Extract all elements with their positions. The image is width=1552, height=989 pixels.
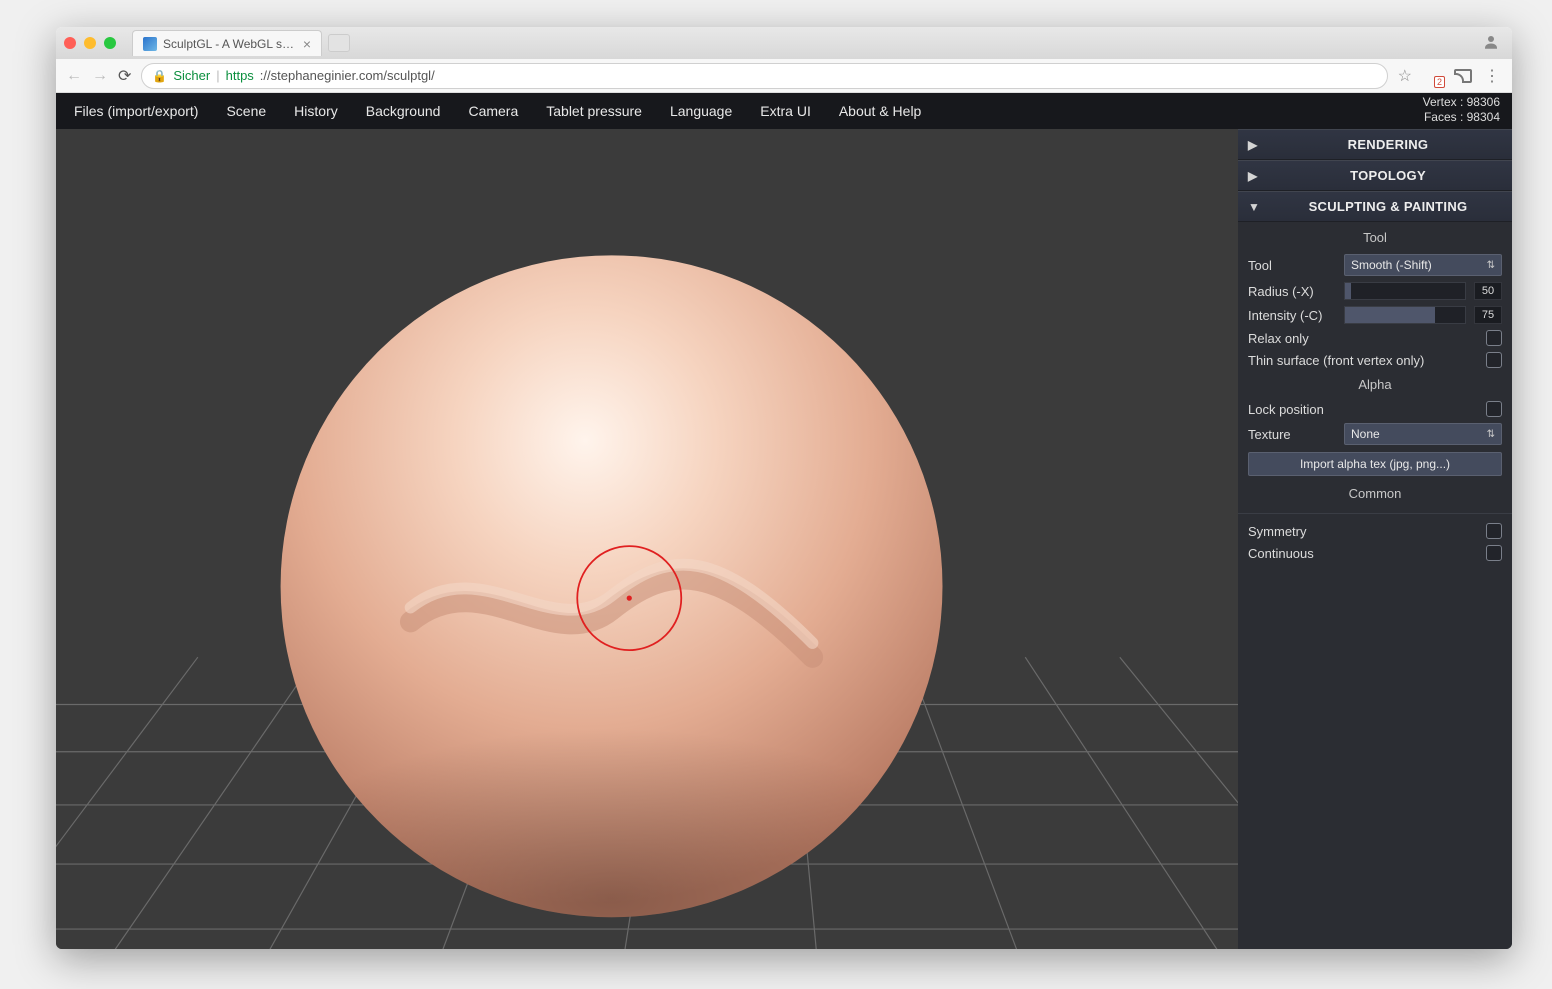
- nav-forward-icon[interactable]: →: [92, 67, 108, 85]
- texture-select-value: None: [1351, 427, 1380, 441]
- section-topology[interactable]: ▶ TOPOLOGY: [1238, 160, 1512, 191]
- chevron-right-icon: ▶: [1248, 169, 1262, 183]
- browser-menu-icon[interactable]: ⋮: [1484, 66, 1502, 86]
- row-tool: Tool Smooth (-Shift) ⇅: [1238, 251, 1512, 279]
- extension-icon[interactable]: 2: [1424, 67, 1442, 85]
- intensity-value[interactable]: 75: [1474, 306, 1502, 324]
- row-lock-position: Lock position: [1238, 398, 1512, 420]
- radius-value[interactable]: 50: [1474, 282, 1502, 300]
- url-scheme: https: [226, 68, 254, 83]
- lock-position-label: Lock position: [1248, 402, 1478, 417]
- window-controls: [64, 37, 116, 49]
- sub-tool-header: Tool: [1238, 224, 1512, 251]
- sub-common-header: Common: [1238, 480, 1512, 507]
- extension-badge: 2: [1434, 76, 1445, 88]
- texture-label: Texture: [1248, 427, 1336, 442]
- menu-language[interactable]: Language: [670, 103, 732, 119]
- radius-label: Radius (-X): [1248, 284, 1336, 299]
- separator: [1238, 513, 1512, 514]
- menu-tablet-pressure[interactable]: Tablet pressure: [546, 103, 642, 119]
- address-bar-right: ☆ 2 ⋮: [1398, 66, 1502, 86]
- bookmark-star-icon[interactable]: ☆: [1398, 66, 1412, 86]
- browser-address-bar: ← → ⟳ 🔒 Sicher | https ://stephaneginier.…: [56, 59, 1512, 93]
- browser-tab-strip: SculptGL - A WebGL sculpting ×: [56, 27, 1512, 59]
- favicon-icon: [143, 37, 157, 51]
- row-radius: Radius (-X) 50: [1238, 279, 1512, 303]
- url-path: ://stephaneginier.com/sculptgl/: [260, 68, 435, 83]
- section-rendering-title: RENDERING: [1274, 137, 1502, 152]
- chevron-down-icon: ▼: [1248, 200, 1262, 214]
- menu-scene[interactable]: Scene: [226, 103, 266, 119]
- intensity-slider[interactable]: [1344, 306, 1466, 324]
- app-menubar: Files (import/export) Scene History Back…: [56, 93, 1512, 129]
- mesh-stats: Vertex : 98306 Faces : 98304: [1423, 95, 1500, 125]
- browser-window: SculptGL - A WebGL sculpting × ← → ⟳ 🔒 S…: [56, 27, 1512, 949]
- viewport-canvas: [56, 129, 1238, 949]
- chevron-updown-icon: ⇅: [1487, 429, 1495, 440]
- section-rendering[interactable]: ▶ RENDERING: [1238, 129, 1512, 160]
- vertex-count: Vertex : 98306: [1423, 95, 1500, 110]
- tool-select[interactable]: Smooth (-Shift) ⇅: [1344, 254, 1502, 276]
- chevron-updown-icon: ⇅: [1487, 260, 1495, 271]
- menu-history[interactable]: History: [294, 103, 338, 119]
- import-alpha-label: Import alpha tex (jpg, png...): [1300, 457, 1450, 471]
- workspace: ▶ RENDERING ▶ TOPOLOGY ▼ SCULPTING & PAI…: [56, 129, 1512, 949]
- continuous-checkbox[interactable]: [1486, 545, 1502, 561]
- row-symmetry: Symmetry: [1238, 520, 1512, 542]
- thin-surface-checkbox[interactable]: [1486, 352, 1502, 368]
- new-tab-button[interactable]: [328, 34, 350, 52]
- texture-select[interactable]: None ⇅: [1344, 423, 1502, 445]
- secure-divider: |: [216, 68, 219, 83]
- section-sculpting-body: Tool Tool Smooth (-Shift) ⇅ Radius (-X) …: [1238, 222, 1512, 572]
- lock-icon: 🔒: [152, 69, 167, 83]
- row-texture: Texture None ⇅: [1238, 420, 1512, 448]
- nav-reload-icon[interactable]: ⟳: [118, 66, 131, 86]
- section-sculpting[interactable]: ▼ SCULPTING & PAINTING: [1238, 191, 1512, 222]
- lock-position-checkbox[interactable]: [1486, 401, 1502, 417]
- tool-label: Tool: [1248, 258, 1336, 273]
- symmetry-label: Symmetry: [1248, 524, 1478, 539]
- window-maximize-icon[interactable]: [104, 37, 116, 49]
- section-sculpting-title: SCULPTING & PAINTING: [1274, 199, 1502, 214]
- menu-background[interactable]: Background: [366, 103, 441, 119]
- url-input[interactable]: 🔒 Sicher | https ://stephaneginier.com/sc…: [141, 63, 1387, 89]
- cast-icon[interactable]: [1454, 69, 1472, 83]
- row-intensity: Intensity (-C) 75: [1238, 303, 1512, 327]
- nav-back-icon[interactable]: ←: [66, 67, 82, 85]
- chevron-right-icon: ▶: [1248, 138, 1262, 152]
- menu-extra-ui[interactable]: Extra UI: [760, 103, 811, 119]
- tab-title: SculptGL - A WebGL sculpting: [163, 37, 297, 51]
- window-minimize-icon[interactable]: [84, 37, 96, 49]
- relax-label: Relax only: [1248, 331, 1478, 346]
- faces-count: Faces : 98304: [1423, 110, 1500, 125]
- menu-files[interactable]: Files (import/export): [74, 103, 198, 119]
- side-panel: ▶ RENDERING ▶ TOPOLOGY ▼ SCULPTING & PAI…: [1238, 129, 1512, 949]
- profile-icon[interactable]: [1482, 33, 1500, 56]
- intensity-label: Intensity (-C): [1248, 308, 1336, 323]
- radius-slider[interactable]: [1344, 282, 1466, 300]
- secure-label: Sicher: [173, 68, 210, 83]
- section-topology-title: TOPOLOGY: [1274, 168, 1502, 183]
- window-close-icon[interactable]: [64, 37, 76, 49]
- browser-tab[interactable]: SculptGL - A WebGL sculpting ×: [132, 30, 322, 56]
- tool-select-value: Smooth (-Shift): [1351, 258, 1432, 272]
- symmetry-checkbox[interactable]: [1486, 523, 1502, 539]
- continuous-label: Continuous: [1248, 546, 1478, 561]
- menu-about-help[interactable]: About & Help: [839, 103, 922, 119]
- row-continuous: Continuous: [1238, 542, 1512, 564]
- import-alpha-button[interactable]: Import alpha tex (jpg, png...): [1248, 452, 1502, 476]
- brush-cursor-center: [627, 595, 632, 600]
- row-relax: Relax only: [1238, 327, 1512, 349]
- sculptgl-app: Files (import/export) Scene History Back…: [56, 93, 1512, 949]
- sub-alpha-header: Alpha: [1238, 371, 1512, 398]
- tab-close-icon[interactable]: ×: [303, 37, 311, 51]
- row-thin-surface: Thin surface (front vertex only): [1238, 349, 1512, 371]
- thin-surface-label: Thin surface (front vertex only): [1248, 353, 1478, 368]
- menu-camera[interactable]: Camera: [468, 103, 518, 119]
- relax-checkbox[interactable]: [1486, 330, 1502, 346]
- viewport-3d[interactable]: [56, 129, 1238, 949]
